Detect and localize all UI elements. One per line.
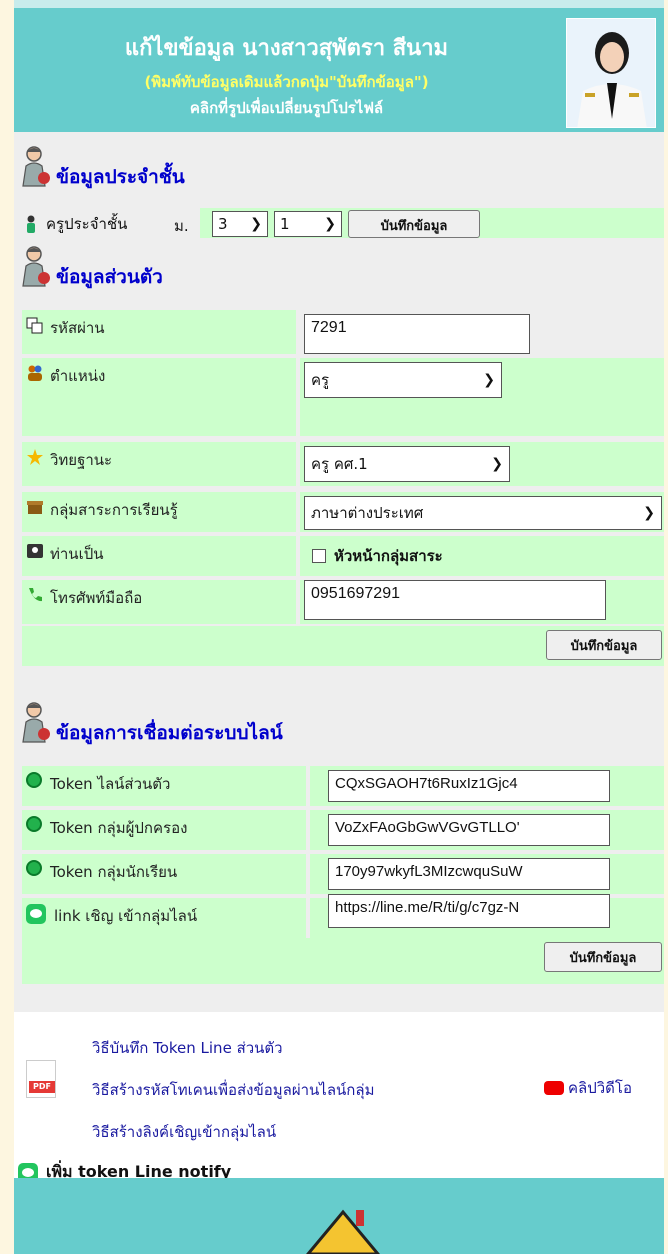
- chevron-down-icon: ❯: [250, 216, 262, 232]
- level-select[interactable]: 3 ❯: [212, 211, 268, 237]
- position-select[interactable]: ครู ❯: [304, 362, 502, 398]
- teacher-icon: [22, 702, 50, 743]
- instruction-text: (พิมพ์ทับข้อมูลเดิมแล้วกดปุ่ม"บันทึกข้อม…: [144, 73, 429, 91]
- line-status-icon: [26, 772, 42, 788]
- page-title: แก้ไขข้อมูล นางสาวสุพัตรา สีนาม: [124, 36, 449, 61]
- password-field[interactable]: 7291: [304, 314, 530, 354]
- invite-link-field[interactable]: https://line.me/R/ti/g/c7gz-N: [328, 894, 610, 928]
- line-app-icon: [26, 904, 46, 924]
- class-section-heading: ข้อมูลประจำชั้น: [20, 144, 185, 188]
- student-group-token-field[interactable]: 170y97wkyfL3MIzcwquSuW: [328, 858, 610, 890]
- save-class-button[interactable]: บันทึกข้อมูล: [348, 210, 480, 238]
- group-select[interactable]: ภาษาต่างประเทศ ❯: [304, 496, 662, 530]
- save-row: [22, 938, 310, 984]
- chevron-down-icon: ❯: [483, 372, 495, 388]
- rank-select[interactable]: ครู คศ.1 ❯: [304, 446, 510, 482]
- personal-token-field[interactable]: CQxSGAOH7t6RuxIz1Gjc4: [328, 770, 610, 802]
- link-group-token-help[interactable]: วิธีสร้างรหัสโทเคนเพื่อส่งข้อมูลผ่านไลน์…: [92, 1078, 374, 1102]
- footer-bar: [14, 1178, 664, 1254]
- personal-section-heading: ข้อมูลส่วนตัว: [20, 244, 163, 288]
- home-icon[interactable]: [298, 1204, 388, 1254]
- user-card-icon: [27, 544, 43, 558]
- save-line-button[interactable]: บันทึกข้อมูล: [544, 942, 662, 972]
- position-label: ตำแหน่ง: [22, 358, 296, 436]
- rank-label: วิทยฐานะ: [22, 442, 296, 486]
- chevron-down-icon: ❯: [643, 505, 655, 521]
- page-frame: แก้ไขข้อมูล นางสาวสุพัตรา สีนาม (พิมพ์ทั…: [14, 0, 664, 1254]
- teacher-icon: [22, 246, 50, 287]
- section-title: ข้อมูลการเชื่อมต่อระบบไลน์: [56, 722, 283, 744]
- token-row-label: Token กลุ่มนักเรียน: [22, 854, 306, 894]
- person-icon: [27, 215, 35, 233]
- line-status-icon: [26, 816, 42, 832]
- group-label: กลุ่มสาระการเรียนรู้: [22, 492, 296, 532]
- profile-header: แก้ไขข้อมูล นางสาวสุพัตรา สีนาม (พิมพ์ทั…: [14, 0, 664, 132]
- phone-icon: [29, 588, 42, 602]
- link-personal-token-help[interactable]: วิธีบันทึก Token Line ส่วนตัว: [92, 1036, 283, 1060]
- token-row-label: Token ไลน์ส่วนตัว: [22, 766, 306, 806]
- line-status-icon: [26, 860, 42, 876]
- line-section-heading: ข้อมูลการเชื่อมต่อระบบไลน์: [20, 700, 283, 744]
- profile-photo[interactable]: [566, 18, 656, 128]
- class-teacher-label: ครูประจำชั้น: [22, 212, 127, 236]
- link-invite-help[interactable]: วิธีสร้างลิงค์เชิญเข้ากลุ่มไลน์: [92, 1120, 276, 1144]
- role-cell: หัวหน้ากลุ่มสาระ: [300, 536, 664, 576]
- head-of-group-checkbox[interactable]: [312, 549, 326, 563]
- phone-label: โทรศัพท์มือถือ: [22, 580, 296, 624]
- teacher-icon: [22, 146, 50, 187]
- save-personal-button[interactable]: บันทึกข้อมูล: [546, 630, 662, 660]
- password-label: รหัสผ่าน: [22, 310, 296, 354]
- key-icon: [26, 317, 43, 334]
- token-row-label: Token กลุ่มผู้ปกครอง: [22, 810, 306, 850]
- group-icon: [28, 365, 42, 381]
- role-label: ท่านเป็น: [22, 536, 296, 576]
- box-icon: [27, 501, 43, 514]
- pdf-icon: PDF: [26, 1060, 56, 1098]
- chevron-down-icon: ❯: [491, 456, 503, 472]
- section-title: ข้อมูลส่วนตัว: [56, 266, 163, 288]
- profile-photo-hint: คลิกที่รูปเพื่อเปลี่ยนรูปโปรไฟล์: [189, 99, 384, 117]
- section-title: ข้อมูลประจำชั้น: [56, 166, 185, 188]
- token-row-label: link เชิญ เข้ากลุ่มไลน์: [22, 898, 306, 938]
- room-select[interactable]: 1 ❯: [274, 211, 342, 237]
- video-clip-link[interactable]: คลิปวิดีโอ: [544, 1076, 632, 1100]
- youtube-icon: [544, 1081, 564, 1095]
- parent-group-token-field[interactable]: VoZxFAoGbGwVGvGTLLO': [328, 814, 610, 846]
- level-prefix: ม.: [174, 217, 189, 235]
- chevron-down-icon: ❯: [324, 216, 336, 232]
- star-icon: [27, 449, 43, 465]
- phone-field[interactable]: 0951697291: [304, 580, 606, 620]
